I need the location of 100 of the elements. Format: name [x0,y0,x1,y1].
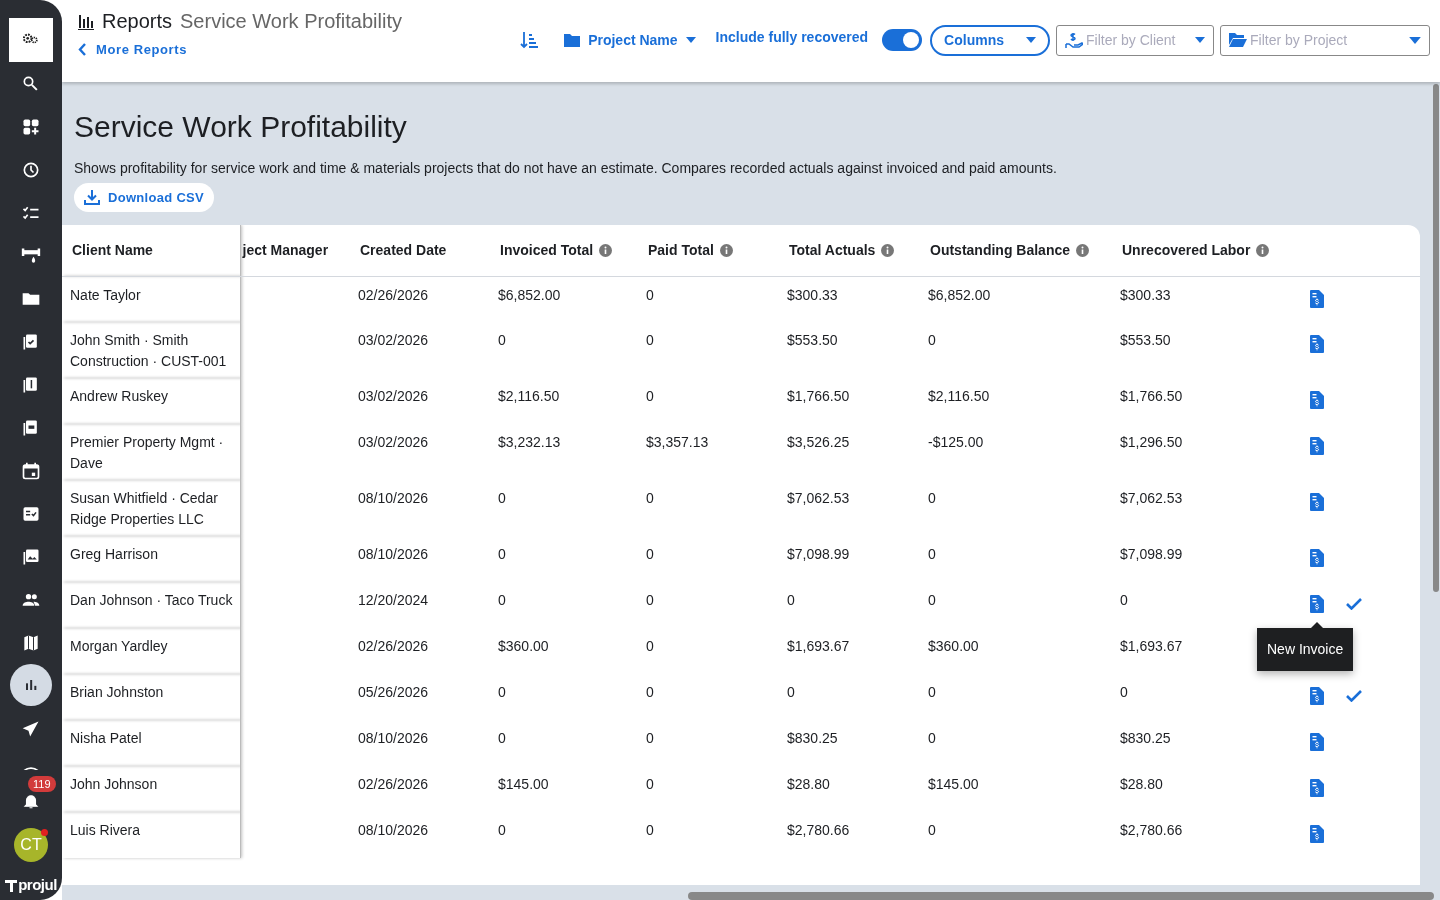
table-cell: $1,766.50 [1120,388,1183,404]
table-cell: 12/20/2024 [358,592,429,608]
table-cell: 0 [646,388,654,404]
table-cell: Susan Whitfield · Cedar Ridge Properties LLC [70,490,218,527]
invoice-icon[interactable] [1310,437,1324,455]
table-cell: 03/02/2026 [358,388,429,404]
table-cell: $830.25 [1120,730,1171,746]
table-cell: 05/26/2026 [358,684,429,700]
table-cell: $2,780.66 [787,822,850,838]
table-cell: 08/10/2026 [358,730,429,746]
column-header: Paid Total [648,242,714,259]
column-header: Invoiced Total [500,242,594,259]
table-cell: Andrew Ruskey [70,388,169,404]
table-cell: $3,232.13 [498,434,561,450]
table-cell: $360.00 [928,638,979,654]
table-cell: $300.33 [787,286,838,303]
table-cell: 08/10/2026 [358,546,429,562]
invoice-icon[interactable] [1310,289,1324,308]
table-cell: Luis Rivera [70,822,141,838]
table-cell: 0 [498,546,506,562]
invoice-icon[interactable] [1310,595,1324,613]
table-cell: $1,693.67 [787,638,850,654]
invoice-icon[interactable] [1310,335,1324,353]
table-cell: 0 [498,592,506,608]
toggle-switch[interactable] [882,29,923,51]
table-cell: 0 [498,490,506,506]
toggle-label: Include fully recovered [715,29,869,45]
table-cell: -$125.00 [928,434,984,450]
table-cell: 0 [646,730,654,746]
table-cell: $1,296.50 [1120,434,1183,450]
table-cell: $28.80 [1120,776,1163,792]
column-header: Total Actuals [789,242,876,259]
caret-icon [685,37,696,43]
invoice-icon[interactable] [1310,687,1324,705]
table-cell: Brian Johnston [70,684,164,700]
table-cell: $553.50 [1120,332,1171,348]
table-cell: 0 [646,822,654,838]
info-icon[interactable] [599,243,613,257]
report-title: Service Work Profitability [74,110,408,144]
invoice-icon[interactable] [1310,733,1324,751]
invoice-icon[interactable] [1310,779,1324,797]
invoice-icon[interactable] [1310,391,1324,409]
info-icon[interactable] [881,243,895,257]
table-cell: 0 [646,490,654,506]
sidebar-item[interactable] [10,664,52,706]
folder-open-icon [1229,33,1247,47]
vertical-scrollbar[interactable] [1433,84,1439,592]
table-cell: $7,062.53 [787,490,850,506]
table-cell: Greg Harrison [70,546,158,562]
table-cell: $300.33 [1120,286,1171,303]
table-cell: 0 [928,490,936,506]
invoice-icon[interactable] [1310,825,1324,843]
table-cell: 0 [1120,592,1128,608]
column-header: Outstanding Balance [930,242,1071,259]
table-cell: Nate Taylor [70,286,141,303]
sort-icon[interactable] [520,31,539,49]
table-cell: $360.00 [498,638,549,654]
table-cell: $2,780.66 [1120,822,1183,838]
brand-name: projul [18,876,57,893]
table-cell: John Smith · Smith Construction · CUST-001 [70,332,227,369]
table-cell: 0 [787,684,795,700]
table-cell: $7,062.53 [1120,490,1183,506]
table-cell: Morgan Yardley [70,638,168,654]
table-cell: 08/10/2026 [358,822,429,838]
info-icon[interactable] [1076,243,1090,257]
table-cell: Premier Property Mgmt · Dave [70,434,224,471]
table-cell: 0 [787,592,795,608]
invoice-icon[interactable] [1310,493,1324,511]
table-cell: $7,098.99 [787,546,850,562]
invoice-icon[interactable] [1310,549,1324,567]
folder-icon [564,33,581,47]
info-icon[interactable] [1256,243,1270,257]
table-cell: $6,852.00 [928,286,991,303]
table-cell: 0 [498,332,506,348]
section-title: Reports [102,10,173,33]
table-cell: 0 [646,332,654,348]
table-cell: $3,526.25 [787,434,850,450]
download-csv-button[interactable]: Download CSV [74,183,215,212]
download-icon [84,190,100,205]
hand-dollar-icon [1065,31,1083,49]
info-icon[interactable] [719,243,733,257]
table-cell: 0 [928,684,936,700]
horizontal-scrollbar[interactable] [688,892,1434,900]
column-header: ject Manager [242,242,329,259]
columns-button[interactable]: Columns [930,24,1050,56]
table-cell: 02/26/2026 [358,638,429,654]
table-cell: $1,693.67 [1120,638,1183,654]
chevron-left-icon [78,43,86,56]
more-reports-link[interactable]: More Reports [78,42,402,57]
table-cell: 0 [646,684,654,700]
column-header: Client Name [72,242,153,259]
table-cell: 0 [498,684,506,700]
table-cell: $553.50 [787,332,838,348]
logo-icon [5,877,18,892]
table-cell: $7,098.99 [1120,546,1183,562]
group-by-dropdown[interactable]: Project Name [564,32,696,48]
table-cell: 03/02/2026 [358,332,429,348]
table-cell: $3,357.13 [646,434,709,450]
table-cell: 08/10/2026 [358,490,429,506]
table-cell: $830.25 [787,730,838,746]
